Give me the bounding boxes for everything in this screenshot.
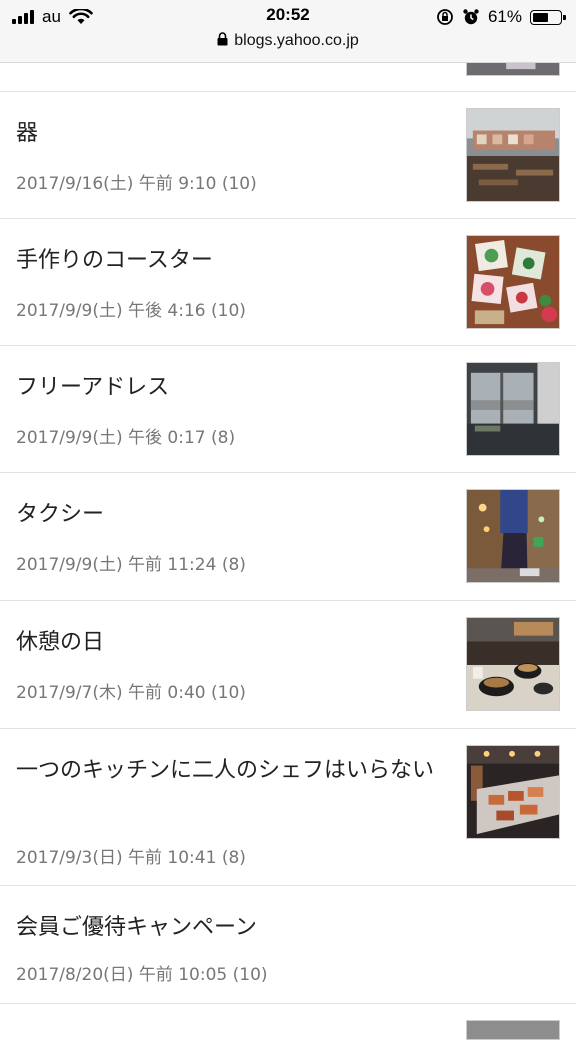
url-bar[interactable]: blogs.yahoo.co.jp — [0, 32, 576, 50]
post-title[interactable]: タクシー — [16, 495, 456, 535]
post-title[interactable]: 会員ご優待キャンペーン — [16, 908, 456, 948]
post-meta: 2017/9/9(土) 午後 0:17 (8) — [16, 428, 236, 448]
list-item[interactable]: フリーアドレス 2017/9/9(土) 午後 0:17 (8) — [0, 346, 576, 473]
post-meta: 2017/9/16(土) 午前 9:10 (10) — [16, 174, 257, 194]
list-item[interactable]: タクシー 2017/9/9(土) 午前 11:24 (8) — [0, 473, 576, 601]
post-title[interactable]: フリーアドレス — [16, 368, 456, 408]
list-item[interactable]: 一つのキッチンに二人のシェフはいらない 2017/9/3(日) 午前 10:41… — [0, 729, 576, 886]
post-thumbnail[interactable] — [466, 235, 560, 329]
browser-status-bar: au 20:52 61% blogs.yahoo.co.jp — [0, 0, 576, 63]
post-meta: 2017/9/9(土) 午後 4:16 (10) — [16, 301, 246, 321]
url-text: blogs.yahoo.co.jp — [234, 32, 359, 49]
post-title[interactable]: 一つのキッチンに二人のシェフはいらない — [16, 751, 456, 791]
post-meta: 2017/8/20(日) 午前 10:05 (10) — [16, 965, 268, 985]
battery-icon — [530, 9, 566, 25]
list-item[interactable]: 手作りのコースター 2017/9/9(土) 午後 4:16 (10) — [0, 219, 576, 346]
alarm-icon — [463, 9, 479, 25]
post-title[interactable]: 器 — [16, 114, 456, 154]
post-title[interactable]: 手作りのコースター — [16, 241, 456, 281]
post-thumbnail[interactable] — [466, 617, 560, 711]
post-title[interactable]: 休憩の日 — [16, 623, 456, 663]
post-thumbnail[interactable] — [466, 108, 560, 202]
list-item[interactable] — [0, 1004, 576, 1040]
lock-icon — [217, 32, 228, 46]
post-meta: 2017/9/3(日) 午前 10:41 (8) — [16, 848, 246, 868]
post-thumbnail[interactable] — [466, 1020, 560, 1040]
post-thumbnail[interactable] — [466, 489, 560, 583]
rotation-lock-icon — [437, 9, 453, 25]
list-item[interactable]: 会員ご優待キャンペーン 2017/8/20(日) 午前 10:05 (10) — [0, 886, 576, 1004]
post-meta: 2017/9/7(木) 午前 0:40 (10) — [16, 683, 246, 703]
post-meta: 2017/9/9(土) 午前 11:24 (8) — [16, 555, 246, 575]
battery-percentage: 61% — [487, 7, 522, 26]
list-item[interactable]: 休憩の日 2017/9/7(木) 午前 0:40 (10) — [0, 601, 576, 729]
post-thumbnail[interactable] — [466, 745, 560, 839]
list-item[interactable]: 器 2017/9/16(土) 午前 9:10 (10) — [0, 92, 576, 219]
post-thumbnail[interactable] — [466, 362, 560, 456]
